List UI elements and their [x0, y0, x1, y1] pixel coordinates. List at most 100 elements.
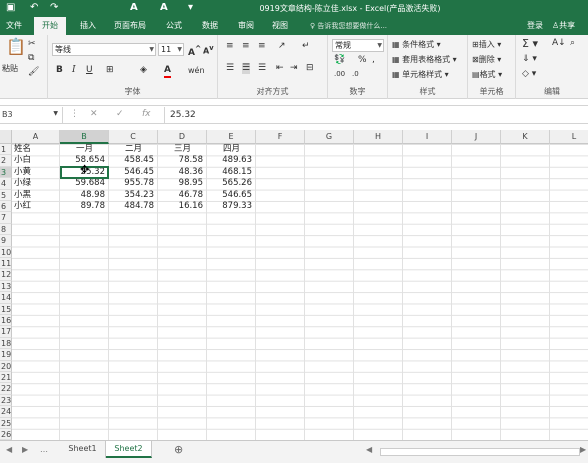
- header-cell[interactable]: 姓名: [12, 144, 60, 155]
- row-header-10[interactable]: 10: [0, 246, 12, 258]
- row-header-21[interactable]: 21: [0, 372, 12, 384]
- paste-icon[interactable]: 📋: [6, 39, 26, 55]
- percent-icon[interactable]: %: [358, 55, 367, 66]
- insert-function-icon[interactable]: fx: [142, 109, 151, 119]
- format-cells-button[interactable]: ▤格式 ▾: [472, 69, 502, 80]
- font-size-combo[interactable]: 11 ▼: [158, 43, 184, 56]
- column-header-j[interactable]: J: [452, 130, 501, 144]
- more-sheets-icon[interactable]: …: [40, 445, 48, 454]
- font-color-icon[interactable]: A: [164, 65, 171, 78]
- value-cell[interactable]: 458.45: [109, 155, 158, 166]
- conditional-format-button[interactable]: ▦ 条件格式 ▾: [392, 39, 441, 50]
- increase-indent-icon[interactable]: ⇥: [290, 63, 298, 74]
- column-header-i[interactable]: I: [403, 130, 452, 144]
- column-header-a[interactable]: A: [12, 130, 60, 144]
- redo-icon[interactable]: ↷: [50, 2, 58, 13]
- row-header-20[interactable]: 20: [0, 360, 12, 372]
- row-header-1[interactable]: 1: [0, 144, 12, 156]
- row-header-22[interactable]: 22: [0, 383, 12, 395]
- row-header-14[interactable]: 14: [0, 292, 12, 304]
- row-header-12[interactable]: 12: [0, 269, 12, 281]
- paste-label[interactable]: 粘贴: [2, 63, 18, 74]
- format-painter-icon[interactable]: 🖌: [28, 67, 39, 78]
- row-header-8[interactable]: 8: [0, 223, 12, 236]
- header-cell[interactable]: 三月: [158, 144, 207, 155]
- font-grow-icon[interactable]: A: [130, 2, 138, 13]
- row-header-26[interactable]: 26: [0, 429, 12, 440]
- sort-filter-icon[interactable]: A↓: [552, 38, 566, 49]
- phonetic-icon[interactable]: wén: [188, 65, 205, 76]
- tab-formulas[interactable]: 公式: [166, 20, 182, 31]
- decrease-indent-icon[interactable]: ⇤: [276, 63, 284, 74]
- value-cell[interactable]: 489.63: [207, 155, 256, 166]
- next-sheet-icon[interactable]: ▶: [22, 445, 28, 454]
- horizontal-scrollbar[interactable]: [380, 448, 580, 456]
- select-all-corner[interactable]: [0, 130, 12, 144]
- column-header-l[interactable]: L: [550, 130, 588, 144]
- row-header-5[interactable]: 5: [0, 189, 12, 201]
- align-center-icon[interactable]: ☰: [242, 63, 251, 74]
- value-cell[interactable]: 484.78: [109, 201, 158, 212]
- merge-center-icon[interactable]: ⊟: [306, 63, 314, 74]
- value-cell[interactable]: 546.45: [109, 167, 158, 178]
- tab-file[interactable]: 文件: [6, 20, 22, 31]
- tell-me-box[interactable]: ♀ 告诉我您想要做什么...: [310, 21, 387, 31]
- row-header-7[interactable]: 7: [0, 212, 12, 224]
- font-name-combo[interactable]: 等线 ▼: [52, 43, 156, 56]
- customize-qa-icon[interactable]: ▾: [188, 2, 193, 13]
- cell-styles-button[interactable]: ▦ 单元格样式 ▾: [392, 69, 449, 80]
- decrease-decimal-icon[interactable]: .0: [352, 69, 359, 80]
- column-header-f[interactable]: F: [256, 130, 305, 144]
- row-header-17[interactable]: 17: [0, 326, 12, 338]
- name-box[interactable]: B3 ▼: [0, 107, 63, 123]
- value-cell[interactable]: 354.23: [109, 190, 158, 201]
- value-cell[interactable]: 468.15: [207, 167, 256, 178]
- share-button[interactable]: ♙共享: [552, 20, 575, 31]
- column-header-g[interactable]: G: [305, 130, 354, 144]
- tab-page-layout[interactable]: 页面布局: [114, 20, 146, 31]
- value-cell[interactable]: 16.16: [158, 201, 207, 212]
- tab-view[interactable]: 视图: [272, 20, 288, 31]
- orientation-icon[interactable]: ↗: [278, 41, 286, 52]
- number-format-combo[interactable]: 常规 ▼: [332, 39, 384, 52]
- name-cell[interactable]: 小绿: [12, 178, 60, 189]
- value-cell[interactable]: 98.95: [158, 178, 207, 189]
- row-header-3[interactable]: 3: [0, 166, 12, 179]
- row-header-24[interactable]: 24: [0, 406, 12, 418]
- wrap-text-icon[interactable]: ↵: [302, 41, 310, 52]
- header-cell[interactable]: 四月: [207, 144, 256, 155]
- column-header-c[interactable]: C: [109, 130, 158, 144]
- row-header-2[interactable]: 2: [0, 155, 12, 167]
- align-right-icon[interactable]: ☰: [258, 63, 266, 74]
- save-icon[interactable]: ▣: [6, 2, 15, 13]
- find-select-icon[interactable]: ⌕: [570, 38, 575, 49]
- row-header-9[interactable]: 9: [0, 235, 12, 247]
- tab-home[interactable]: 开始: [34, 17, 66, 35]
- borders-icon[interactable]: ⊞: [106, 65, 114, 76]
- tab-review[interactable]: 审阅: [238, 20, 254, 31]
- row-header-11[interactable]: 11: [0, 258, 12, 270]
- spreadsheet-grid[interactable]: ABCDEFGHIJKL 1 2 3 4 5 6 7 8 9 10 11 12 13 14 15 16 17 18…: [0, 130, 588, 440]
- name-cell[interactable]: 小黑: [12, 190, 60, 201]
- value-cell[interactable]: 48.36: [158, 167, 207, 178]
- row-header-15[interactable]: 15: [0, 303, 12, 315]
- value-cell[interactable]: 48.98: [60, 190, 109, 201]
- comma-style-icon[interactable]: ,: [372, 55, 375, 66]
- scroll-right-icon[interactable]: ▶: [580, 445, 586, 454]
- tab-data[interactable]: 数据: [202, 20, 218, 31]
- undo-icon[interactable]: ↶: [30, 2, 38, 13]
- row-header-18[interactable]: 18: [0, 337, 12, 350]
- sheet-tab-sheet2[interactable]: Sheet2: [106, 441, 152, 458]
- name-cell[interactable]: 小黄: [12, 167, 60, 178]
- value-cell[interactable]: 78.58: [158, 155, 207, 166]
- row-header-16[interactable]: 16: [0, 315, 12, 327]
- align-left-icon[interactable]: ☰: [226, 63, 234, 74]
- formula-input[interactable]: 25.32: [164, 107, 584, 123]
- value-cell[interactable]: 879.33: [207, 201, 256, 212]
- name-cell[interactable]: 小红: [12, 201, 60, 212]
- name-cell[interactable]: 小白: [12, 155, 60, 166]
- delete-cells-button[interactable]: ⊠删除 ▾: [472, 54, 501, 65]
- value-cell[interactable]: 89.78: [60, 201, 109, 212]
- row-header-19[interactable]: 19: [0, 349, 12, 361]
- value-cell[interactable]: 565.26: [207, 178, 256, 189]
